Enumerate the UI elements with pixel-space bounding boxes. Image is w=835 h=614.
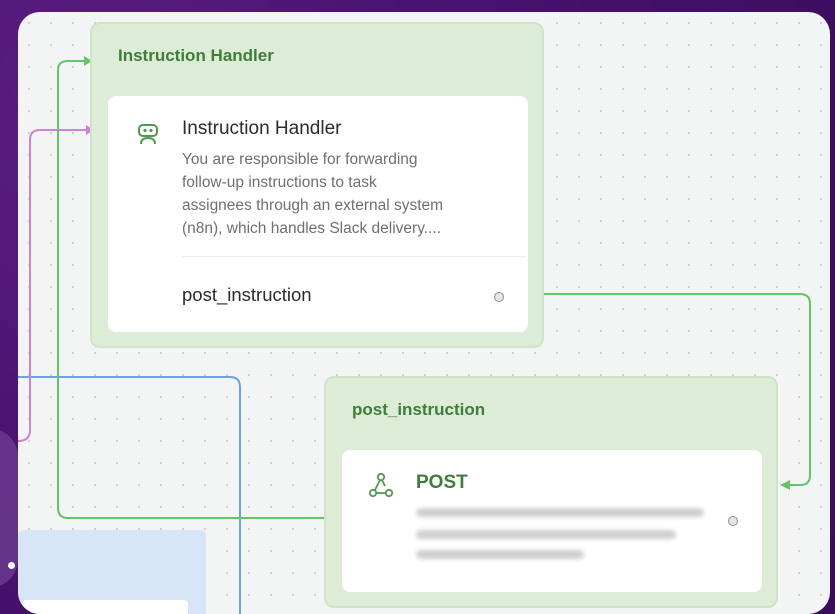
output-handle[interactable] [728,516,738,526]
node-title: Instruction Handler [182,118,342,139]
robot-icon [136,122,160,153]
output-handle[interactable] [494,292,504,302]
redacted-url [416,550,584,559]
description-line: follow-up instructions to task [182,174,377,191]
description-line: assignees through an external system [182,197,444,214]
group-title: Instruction Handler [118,46,274,65]
background-dot [8,562,15,569]
description-line: (n8n), which handles Slack delivery.... [182,220,442,237]
group-instruction-handler[interactable]: Instruction Handler Instruction Handler … [90,22,544,348]
redacted-url [416,508,704,517]
partial-node-card [22,600,188,614]
divider [182,256,526,257]
node-description: You are responsible for forwarding follo… [182,148,443,240]
group-title: post_instruction [352,400,486,419]
output-label: post_instruction [182,284,312,305]
redacted-url [416,530,676,539]
description-line: You are responsible for forwarding [182,151,418,168]
http-request-node[interactable]: POST [342,450,762,592]
agent-node[interactable]: Instruction Handler You are responsible … [108,96,528,332]
http-method: POST [416,472,468,493]
webhook-icon [368,472,394,505]
group-post-instruction[interactable]: post_instruction POST [324,376,778,608]
